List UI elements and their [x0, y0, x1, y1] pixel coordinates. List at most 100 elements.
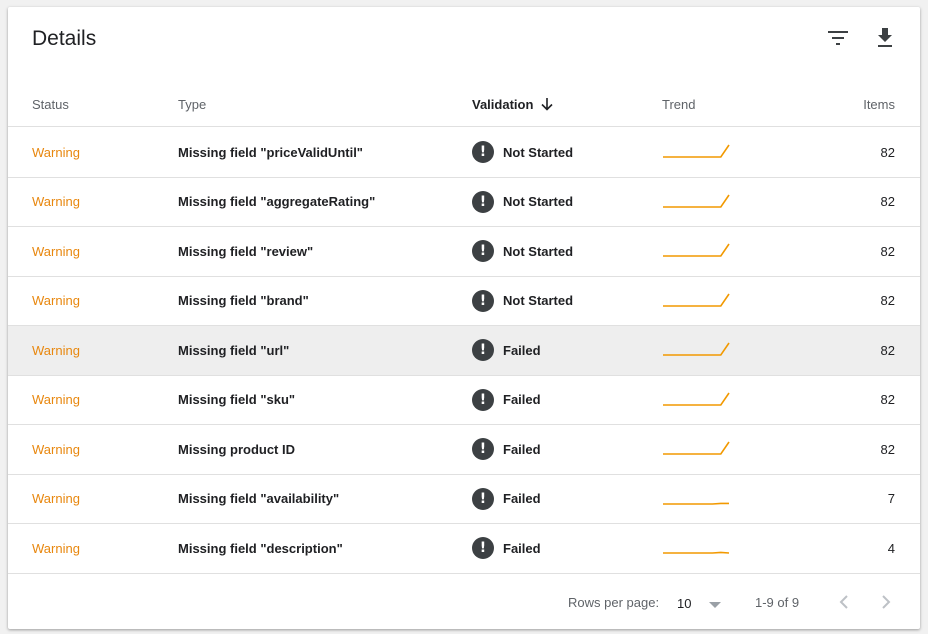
exclamation-icon: !	[472, 141, 494, 164]
trend-sparkline	[662, 475, 732, 524]
trend-sparkline	[662, 524, 732, 573]
trend-sparkline	[662, 326, 732, 375]
validation-cell: ! Failed	[472, 475, 541, 524]
table-row[interactable]: Warning Missing field "review"! Not Starte…	[8, 227, 920, 277]
sparkline-svg	[663, 502, 729, 505]
status-text: Warning	[32, 144, 80, 160]
rows-per-page-label: Rows per page:	[568, 595, 660, 610]
table-row[interactable]: Warning Missing field "availability" ! Fail…	[8, 475, 920, 524]
pagination-footer: Rows per page: 10 1-9 of 9	[8, 574, 920, 629]
exclamation-icon: !	[472, 438, 494, 461]
sparkline-path	[663, 243, 730, 258]
validation-status-text: Not Started	[503, 144, 574, 160]
exclamation-icon: !	[472, 537, 494, 560]
table-row[interactable]: Warning Missing field "url"! Failed 82	[8, 326, 920, 376]
sparkline-path	[663, 441, 730, 456]
issue-type-text: Missing field "aggregateRating"	[178, 194, 376, 210]
page-range: 1-9 of 9	[755, 595, 800, 610]
status-text: Warning	[32, 392, 80, 408]
items-count: 82	[880, 243, 895, 259]
status-text: Warning	[32, 194, 80, 210]
exclamation-icon: !	[472, 289, 494, 312]
filter-icon[interactable]	[823, 23, 853, 53]
validation-status-text: Failed	[503, 392, 541, 408]
table-header: Status Type Validation Trend Items	[8, 79, 920, 127]
chevron-right-icon	[882, 595, 891, 609]
status-text: Warning	[32, 491, 80, 507]
validation-cell: ! Not Started	[472, 227, 573, 276]
validation-status-text: Failed	[503, 540, 541, 556]
issue-type-text: Missing field "review"	[178, 243, 314, 259]
validation-cell: ! Not Started	[472, 178, 573, 227]
validation-cell: ! Not Started	[472, 128, 573, 177]
issue-type-text: Missing field "description"	[178, 540, 343, 556]
exclamation-icon: !	[472, 240, 494, 263]
issue-type-text: Missing field "brand"	[178, 293, 309, 309]
column-trend: Trend	[662, 97, 696, 112]
issue-type-text: Missing field "availability"	[178, 491, 340, 507]
validation-status-text: Not Started	[503, 194, 574, 210]
sparkline-path	[663, 194, 730, 208]
validation-status-text: Not Started	[503, 293, 574, 309]
page-title: Details	[32, 27, 97, 50]
trend-sparkline	[662, 178, 732, 227]
chevron-left-icon	[839, 595, 848, 609]
table-row[interactable]: Warning Missing field "sku" ! Failed 82	[8, 376, 920, 425]
trend-sparkline	[662, 227, 732, 276]
sparkline-svg	[663, 392, 730, 406]
issue-type-text: Missing field "priceValidUntil"	[178, 144, 363, 160]
card-header: Details	[8, 7, 920, 71]
previous-page-button[interactable]	[832, 590, 856, 614]
column-items[interactable]: Items	[863, 97, 895, 112]
rows-per-page-select[interactable]: 10	[677, 591, 722, 615]
table-body: Warning Missing field "priceValidUntil"! N…	[8, 128, 920, 574]
validation-status-text: Not Started	[503, 243, 574, 259]
table-row[interactable]: Warning Missing field "aggregateRating"! N…	[8, 178, 920, 227]
sparkline-svg	[663, 194, 730, 208]
exclamation-icon: !	[472, 487, 494, 510]
sparkline-path	[663, 342, 730, 357]
items-count: 82	[880, 441, 895, 457]
trend-sparkline	[662, 376, 732, 425]
exclamation-icon: !	[472, 190, 494, 213]
rows-per-page-value: 10	[677, 595, 692, 611]
sparkline-svg	[663, 144, 730, 159]
sparkline-path	[663, 293, 730, 307]
column-status[interactable]: Status	[32, 97, 69, 112]
table-row[interactable]: Warning Missing field "brand"! Not Started…	[8, 277, 920, 326]
items-count: 82	[880, 194, 895, 210]
table-row[interactable]: Warning Missing product ID! Failed 82	[8, 425, 920, 475]
validation-cell: ! Failed	[472, 326, 541, 375]
exclamation-icon: !	[472, 339, 494, 362]
table-row[interactable]: Warning Missing field "priceValidUntil"! N…	[8, 128, 920, 178]
validation-cell: ! Failed	[472, 376, 541, 425]
items-count: 82	[880, 392, 895, 408]
sparkline-path	[663, 392, 730, 406]
column-validation[interactable]: Validation	[472, 97, 553, 112]
items-count: 82	[880, 293, 895, 309]
download-icon[interactable]	[870, 23, 900, 53]
issue-type-text: Missing field "sku"	[178, 392, 296, 408]
status-text: Warning	[32, 342, 80, 358]
items-count: 82	[880, 342, 895, 358]
validation-cell: ! Not Started	[472, 277, 573, 326]
details-card: Details Status Type Validation Trend Ite…	[8, 7, 920, 629]
next-page-button[interactable]	[874, 590, 898, 614]
issue-type-text: Missing product ID	[178, 441, 295, 457]
validation-status-text: Failed	[503, 342, 541, 358]
status-text: Warning	[32, 293, 80, 309]
table-row[interactable]: Warning Missing field "description"! Faile…	[8, 524, 920, 574]
sparkline-svg	[663, 441, 730, 456]
column-type[interactable]: Type	[178, 97, 206, 112]
issue-type-text: Missing field "url"	[178, 342, 290, 358]
sparkline-path	[663, 551, 730, 555]
status-text: Warning	[32, 243, 80, 259]
status-text: Warning	[32, 540, 80, 556]
sparkline-svg	[663, 342, 730, 357]
sparkline-path	[663, 144, 730, 159]
trend-sparkline	[662, 128, 732, 177]
sparkline-svg	[663, 243, 730, 258]
items-count: 82	[880, 144, 895, 160]
trend-sparkline	[662, 277, 732, 326]
items-count: 7	[887, 491, 895, 507]
